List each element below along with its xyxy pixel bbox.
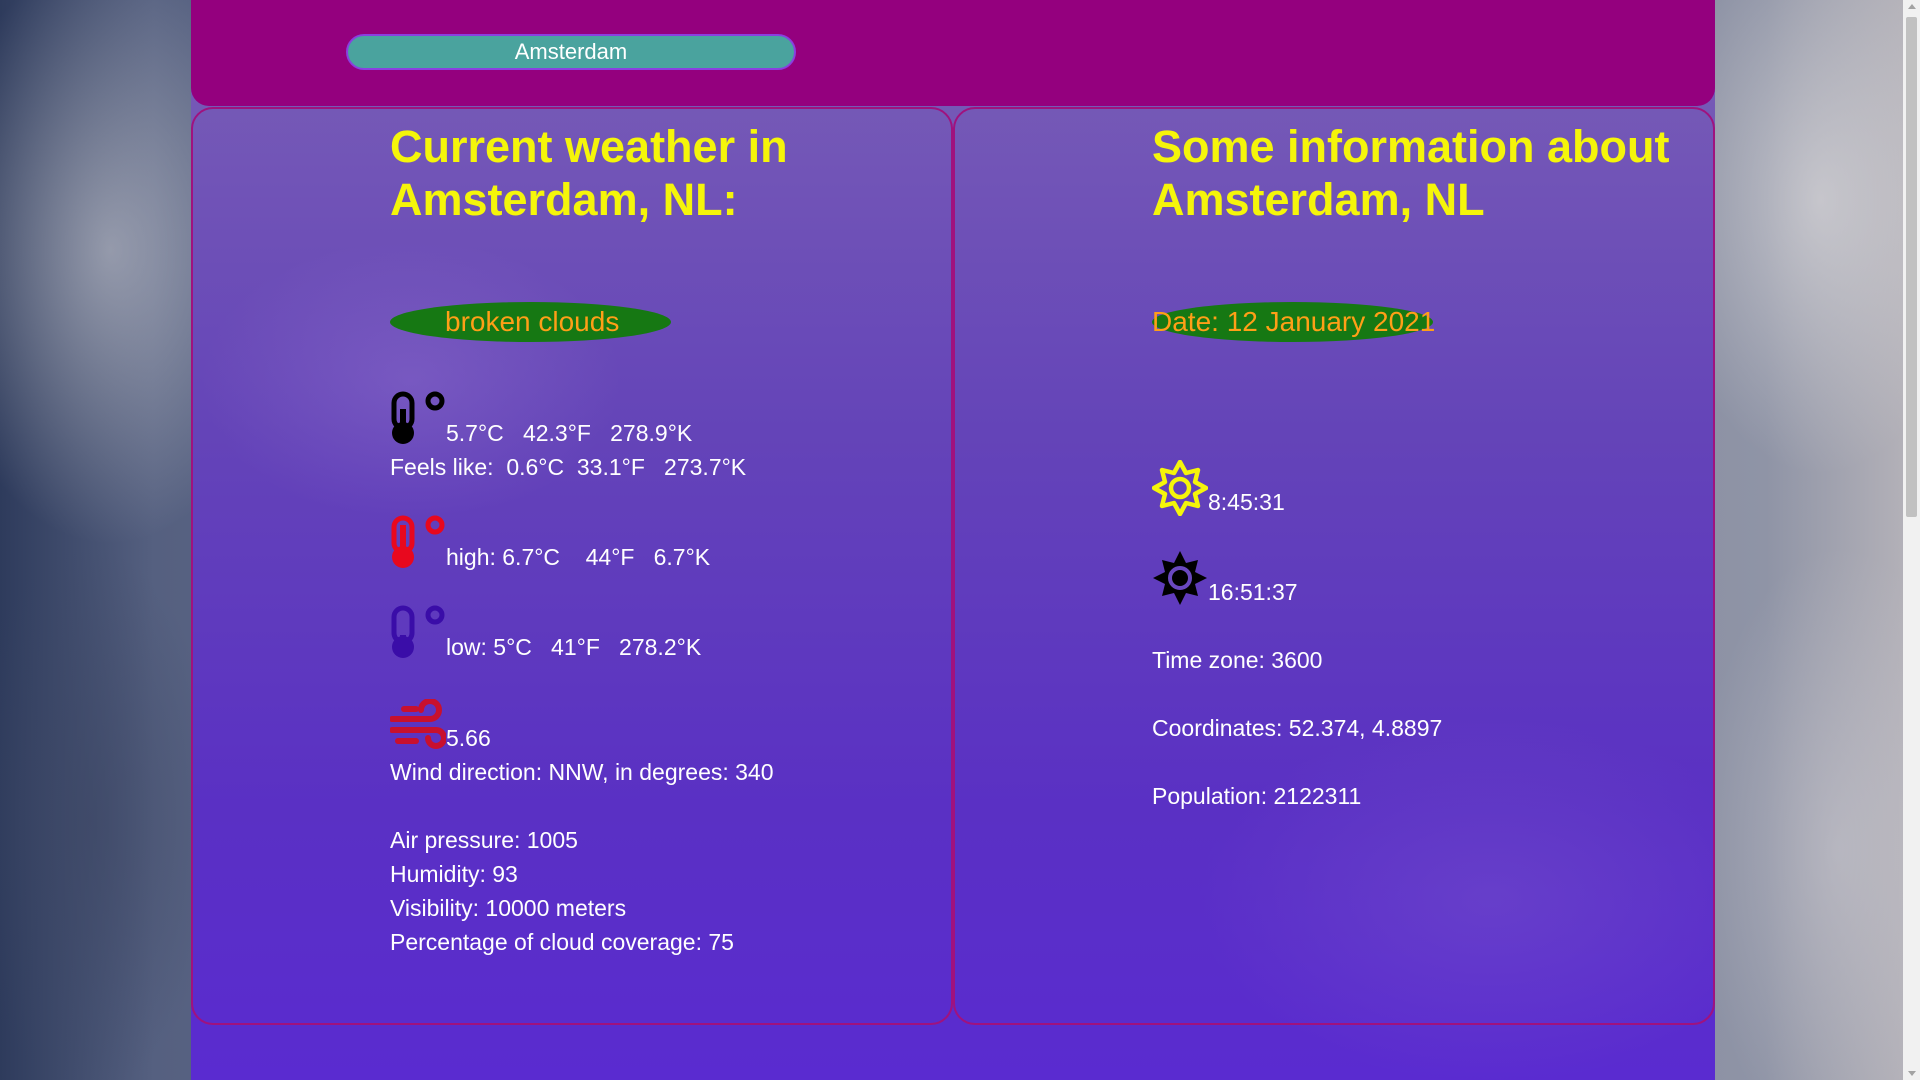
scroll-down-arrow-icon[interactable] [1908, 1071, 1916, 1076]
current-weather-panel: Current weather in Amsterdam, NL: broken… [191, 107, 953, 1025]
wind-icon [390, 699, 446, 749]
scroll-up-arrow-icon[interactable] [1908, 4, 1916, 9]
scrollbar-thumb[interactable] [1906, 17, 1917, 517]
feels-like-text: Feels like: 0.6°C 33.1°F 273.7°K [390, 454, 747, 480]
humidity-text: Humidity: 93 [390, 861, 518, 887]
thermometer-cold-icon [390, 605, 446, 661]
thermometer-hot-icon [390, 515, 446, 571]
weather-heading: Current weather in Amsterdam, NL: [390, 121, 788, 225]
population-text: Population: 2122311 [1152, 783, 1362, 809]
wind-speed-text: 5.66 [446, 725, 491, 751]
sunset-icon [1152, 550, 1208, 606]
app-container: Current weather in Amsterdam, NL: broken… [191, 0, 1715, 1080]
high-temperature-text: high: 6.7°C 44°F 6.7°K [446, 544, 711, 570]
page-scrollbar[interactable] [1903, 0, 1920, 1080]
sunrise-time-text: 8:45:31 [1208, 489, 1285, 515]
top-bar [191, 0, 1715, 106]
timezone-text: Time zone: 3600 [1152, 647, 1323, 673]
thermometer-icon [390, 391, 446, 447]
city-search-input[interactable] [346, 34, 796, 70]
weather-description-badge: broken clouds [390, 302, 671, 342]
cloud-coverage-text: Percentage of cloud coverage: 75 [390, 929, 734, 955]
sunrise-icon [1152, 460, 1208, 516]
date-badge: Date: 12 January 2021 [1152, 302, 1435, 342]
air-pressure-text: Air pressure: 1005 [390, 827, 578, 853]
wind-direction-text: Wind direction: NNW, in degrees: 340 [390, 759, 774, 785]
sunset-time-text: 16:51:37 [1208, 579, 1298, 605]
temperature-text: 5.7°C 42.3°F 278.9°K [446, 420, 693, 446]
low-temperature-text: low: 5°C 41°F 278.2°K [446, 634, 702, 660]
city-info-panel: Some information about Amsterdam, NL Dat… [953, 107, 1715, 1025]
visibility-text: Visibility: 10000 meters [390, 895, 627, 921]
coordinates-text: Coordinates: 52.374, 4.8897 [1152, 715, 1443, 741]
info-heading: Some information about Amsterdam, NL [1152, 121, 1670, 225]
